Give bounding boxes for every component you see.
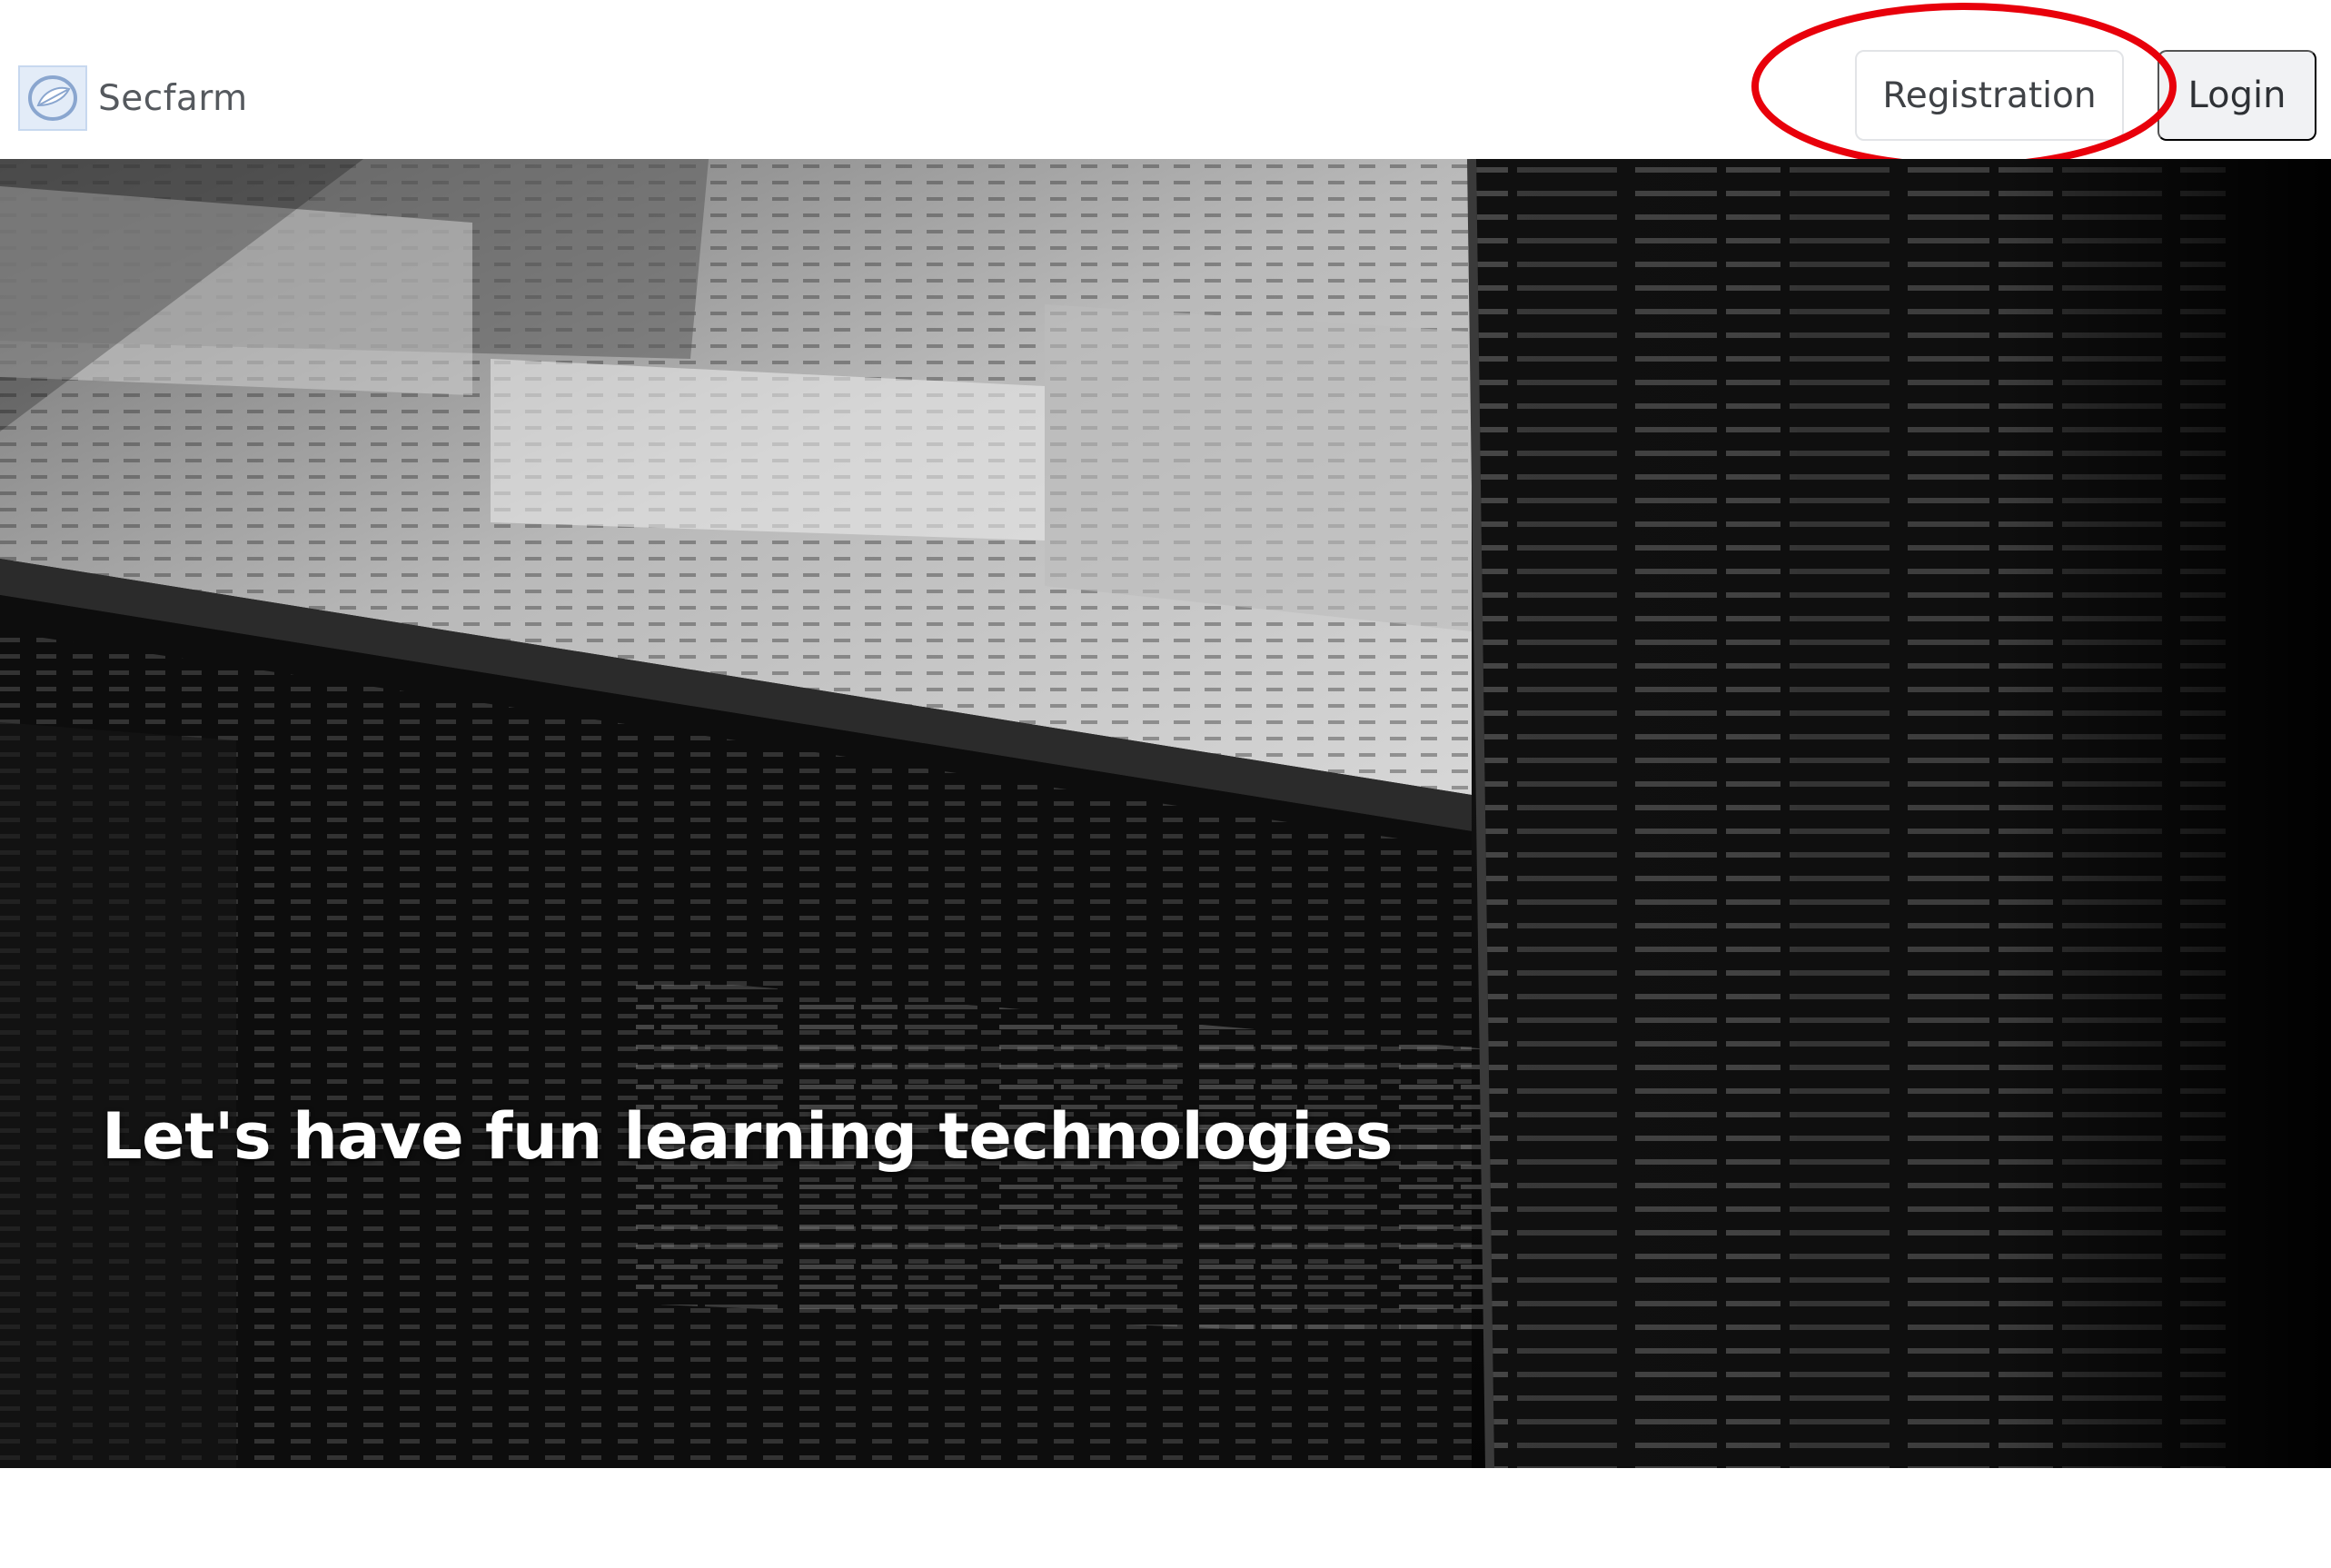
- brand-name: Secfarm: [98, 77, 248, 119]
- login-button[interactable]: Login: [2157, 50, 2316, 141]
- terminal-screens-background: [0, 159, 2331, 1468]
- brand-link[interactable]: Secfarm: [18, 64, 248, 133]
- hero-title: Let's have fun learning technologies: [102, 1098, 1393, 1174]
- leaf-logo-icon: [18, 65, 87, 131]
- hero-banner: Let's have fun learning technologies: [0, 159, 2331, 1468]
- page: Secfarm Registration Login Let's have fu…: [0, 0, 2331, 1568]
- navbar: Secfarm Registration Login: [0, 0, 2331, 170]
- registration-button[interactable]: Registration: [1855, 50, 2124, 141]
